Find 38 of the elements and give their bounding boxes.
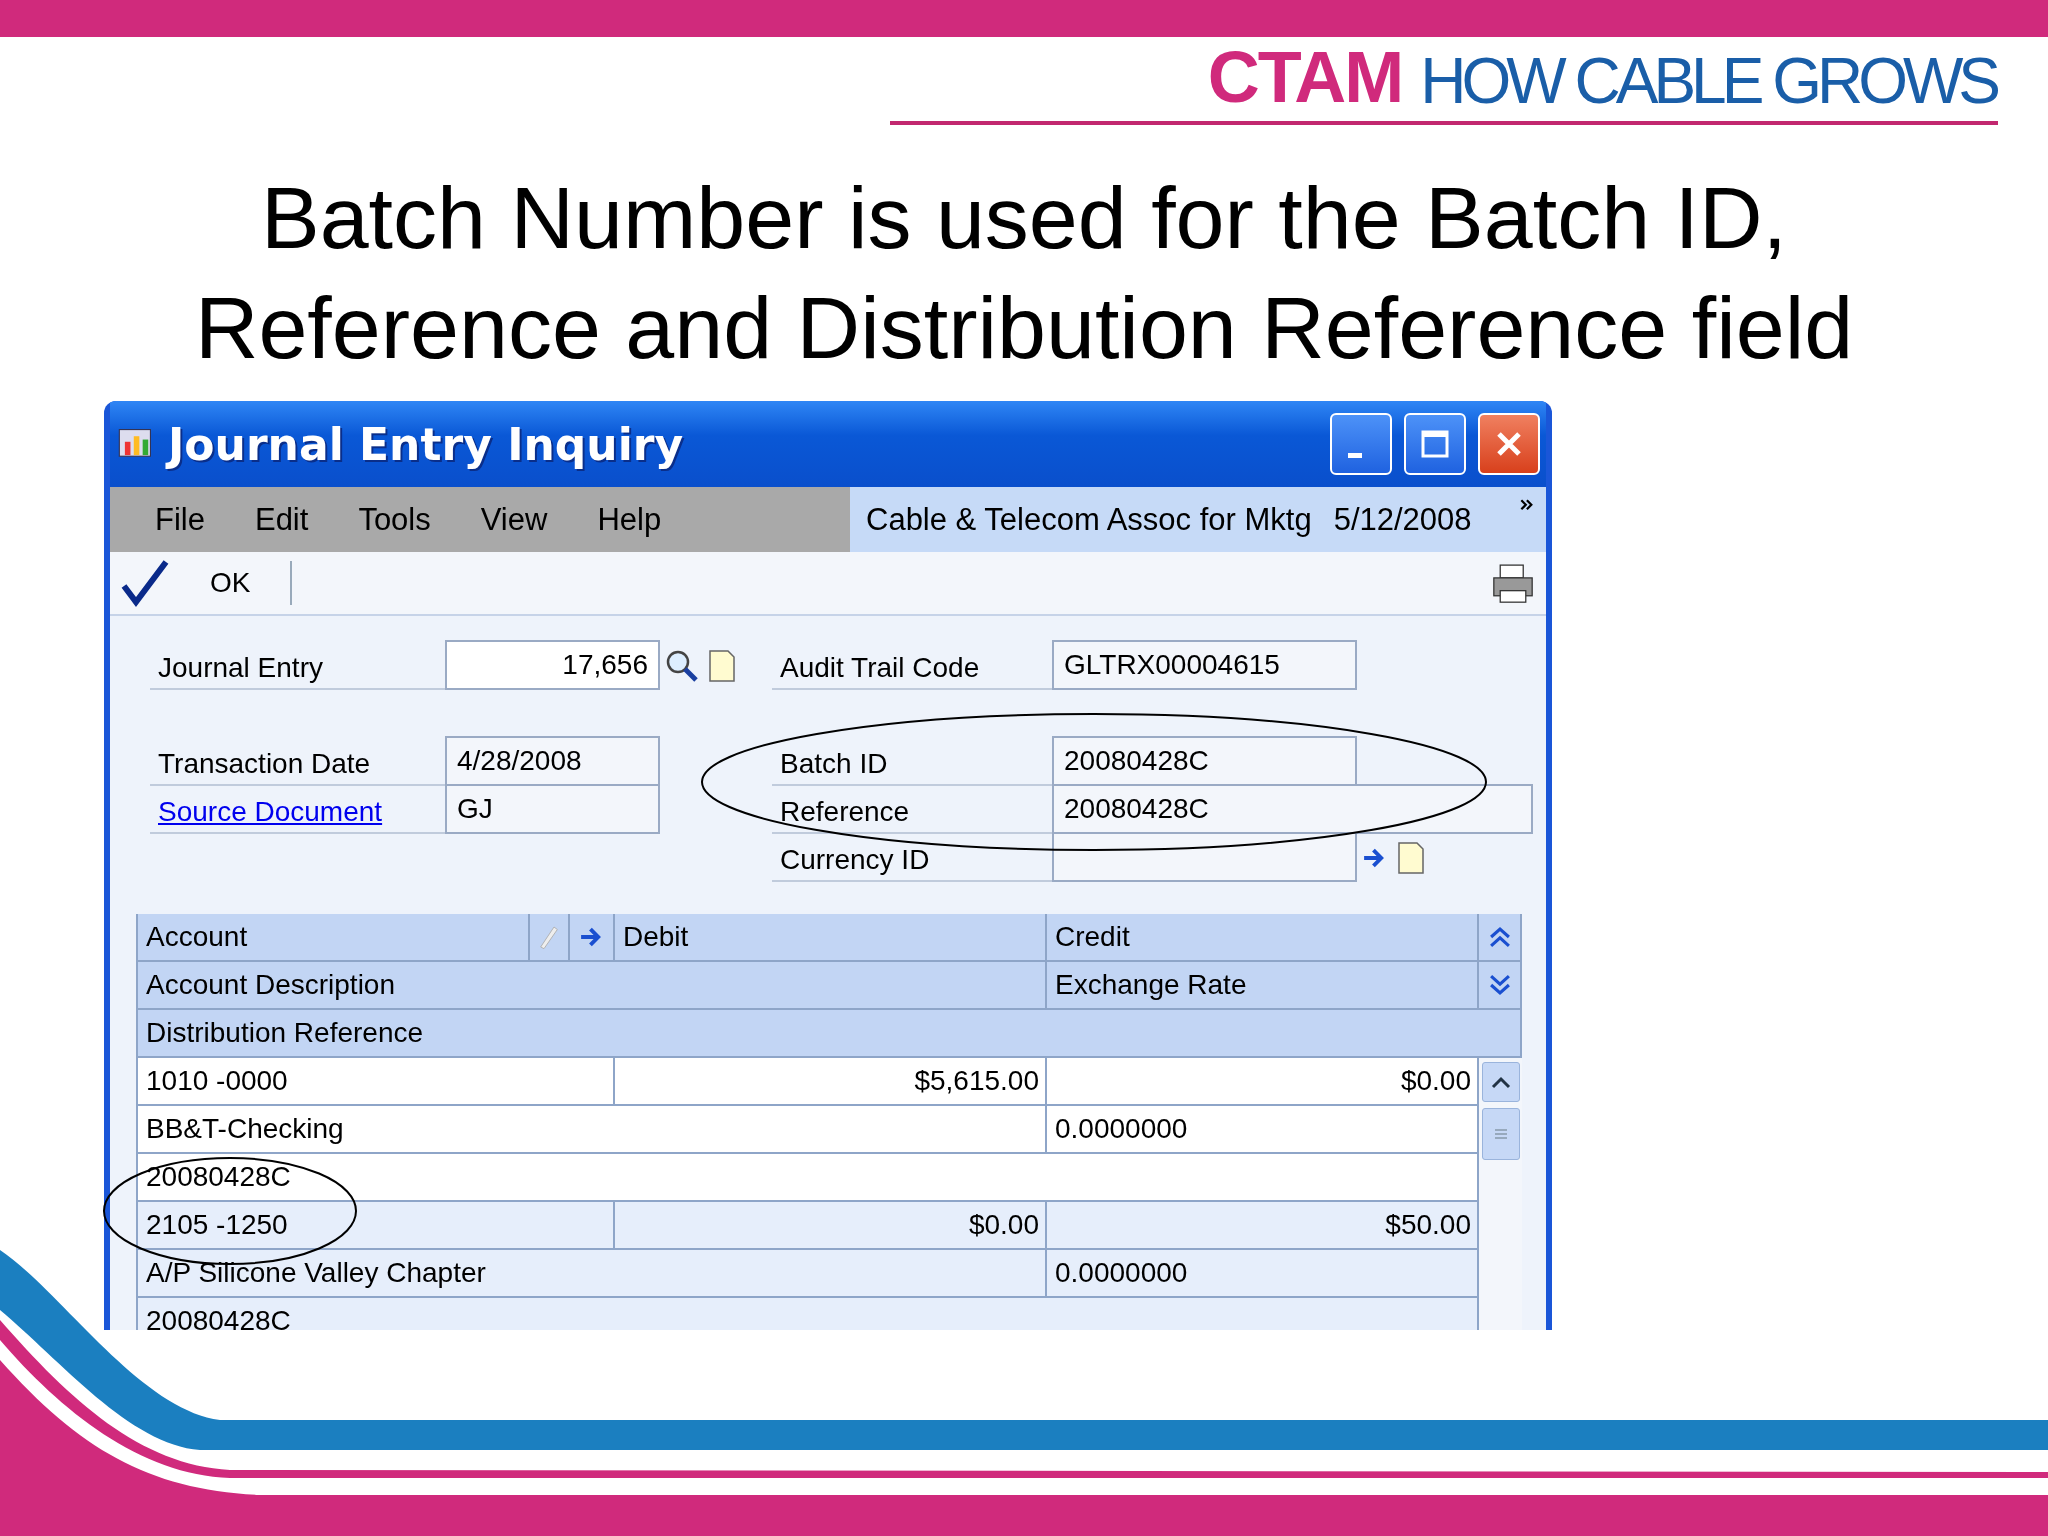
maximize-button[interactable] xyxy=(1404,413,1466,475)
brand-logo: CTAM xyxy=(1207,41,1403,113)
brand-tagline: HOW CABLE GROWS xyxy=(1420,49,1996,113)
minimize-button[interactable] xyxy=(1330,413,1392,475)
scroll-thumb[interactable] xyxy=(1481,1108,1520,1160)
minimize-icon xyxy=(1348,452,1362,458)
menu-item[interactable]: Tools xyxy=(333,501,456,538)
close-button[interactable] xyxy=(1478,413,1540,475)
audit-trail-field: GLTRX00004615 xyxy=(1052,640,1357,690)
user-date: 5/12/2008 xyxy=(1333,501,1472,538)
menu-item[interactable]: Edit xyxy=(229,501,334,538)
search-icon xyxy=(664,648,700,684)
checkmark-icon xyxy=(120,558,170,608)
batch-id-field: 20080428C xyxy=(1052,736,1357,786)
menu-item[interactable]: View xyxy=(455,501,573,538)
maximize-icon xyxy=(1420,429,1450,459)
journal-entry-field[interactable]: 17,656 xyxy=(445,640,660,690)
slide-title: Batch Number is used for the Batch ID, Reference and Distribution Reference field xyxy=(193,167,1855,379)
transaction-date-field: 4/28/2008 xyxy=(445,736,660,786)
column-header: Debit xyxy=(615,914,1047,960)
debit-cell: $5,615.00 xyxy=(615,1058,1047,1104)
menu-item[interactable]: File xyxy=(130,501,230,538)
reference-field: 20080428C xyxy=(1052,784,1533,834)
company-name: Cable & Telecom Assoc for Mktg xyxy=(866,501,1312,538)
menu-item[interactable]: Help xyxy=(572,501,687,538)
column-header: Credit xyxy=(1047,914,1479,960)
description-cell: BB&T-Checking xyxy=(138,1106,1047,1152)
column-header: Account Description xyxy=(138,962,1047,1008)
debit-cell: $0.00 xyxy=(615,1202,1047,1248)
column-header: Account xyxy=(138,914,530,960)
account-cell: 1010 -0000 xyxy=(138,1058,615,1104)
ok-button[interactable]: OK xyxy=(120,561,293,605)
account-cell: 2105 -1250 xyxy=(138,1202,615,1248)
scroll-up-button[interactable] xyxy=(1481,1062,1520,1102)
column-header: Distribution Reference xyxy=(138,1010,1522,1056)
caret-up-icon xyxy=(1490,1075,1511,1089)
source-document-field: GJ xyxy=(445,784,660,834)
column-header: Exchange Rate xyxy=(1047,962,1479,1008)
